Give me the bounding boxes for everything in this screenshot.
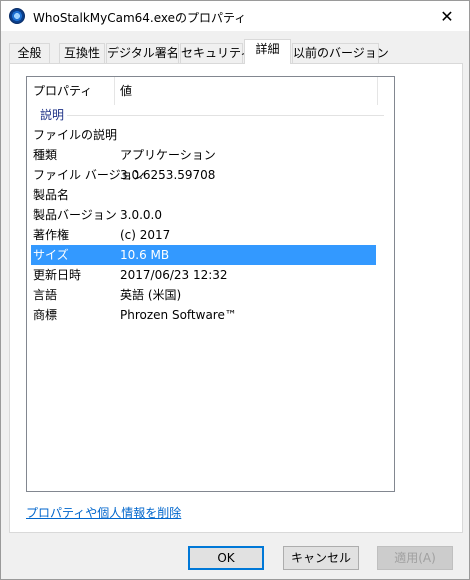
tab-compatibility[interactable]: 互換性 [59,43,105,63]
list-item[interactable]: 商標 Phrozen Software™ [27,305,394,325]
dialog-buttons: OK キャンセル 適用(A) [1,546,470,570]
camera-app-icon [9,8,25,24]
column-header-property[interactable]: プロパティ [33,77,92,105]
title-bar: WhoStalkMyCam64.exeのプロパティ ✕ [1,1,469,31]
property-value: 英語 (米国) [120,288,182,302]
list-item[interactable]: ファイル バージョン 3.0.6253.59708 [27,165,394,185]
list-item[interactable]: ファイルの説明 [27,125,394,145]
property-name: 商標 [33,308,58,322]
column-header-value[interactable]: 値 [120,77,132,105]
list-item[interactable]: 言語 英語 (米国) [27,285,394,305]
list-item[interactable]: 製品バージョン 3.0.0.0 [27,205,394,225]
property-name: ファイルの説明 [33,128,118,142]
cancel-button[interactable]: キャンセル [283,546,359,570]
list-item[interactable]: 著作権 (c) 2017 [27,225,394,245]
tab-security[interactable]: セキュリティ [180,43,252,63]
list-header: プロパティ 値 [27,77,394,105]
property-name: 製品バージョン [33,208,117,222]
group-header-description: 説明 [27,105,394,125]
column-separator [377,77,378,105]
property-value: 3.0.6253.59708 [120,168,216,182]
property-value: Phrozen Software™ [120,308,237,322]
column-separator [114,77,115,105]
tab-details[interactable]: 詳細 [244,39,291,64]
property-value: (c) 2017 [120,228,171,242]
list-item-selected[interactable]: サイズ 10.6 MB [31,245,376,265]
property-value: 10.6 MB [120,248,170,262]
ok-button[interactable]: OK [188,546,264,570]
close-icon[interactable]: ✕ [425,1,469,31]
list-item[interactable]: 製品名 [27,185,394,205]
window-title: WhoStalkMyCam64.exeのプロパティ [33,11,247,25]
list-item[interactable]: 更新日時 2017/06/23 12:32 [27,265,394,285]
tab-general[interactable]: 全般 [9,43,50,63]
properties-dialog: WhoStalkMyCam64.exeのプロパティ ✕ 全般 互換性 デジタル署… [0,0,470,580]
property-name: 言語 [33,288,58,302]
property-name: 種類 [33,148,58,162]
property-name: 著作権 [33,228,70,242]
property-name: サイズ [33,248,69,262]
property-value: 2017/06/23 12:32 [120,268,228,282]
list-item[interactable]: 種類 アプリケーション [27,145,394,165]
tab-strip: 全般 互換性 デジタル署名 セキュリティ 詳細 以前のバージョン [9,39,469,64]
details-list[interactable]: プロパティ 値 説明 ファイルの説明 種類 アプリケーション ファイル バージョ… [26,76,395,492]
tab-previous-versions[interactable]: 以前のバージョン [292,43,389,63]
remove-properties-link[interactable]: プロパティや個人情報を削除 [26,504,181,521]
property-value: 3.0.0.0 [120,208,162,222]
property-name: 製品名 [33,188,70,202]
property-name: 更新日時 [33,268,82,282]
apply-button: 適用(A) [377,546,453,570]
property-value: アプリケーション [120,148,216,162]
details-panel: プロパティ 値 説明 ファイルの説明 種類 アプリケーション ファイル バージョ… [9,63,463,533]
tab-digital-signatures[interactable]: デジタル署名 [106,43,179,63]
list-body: 説明 ファイルの説明 種類 アプリケーション ファイル バージョン 3.0.62… [27,105,394,325]
